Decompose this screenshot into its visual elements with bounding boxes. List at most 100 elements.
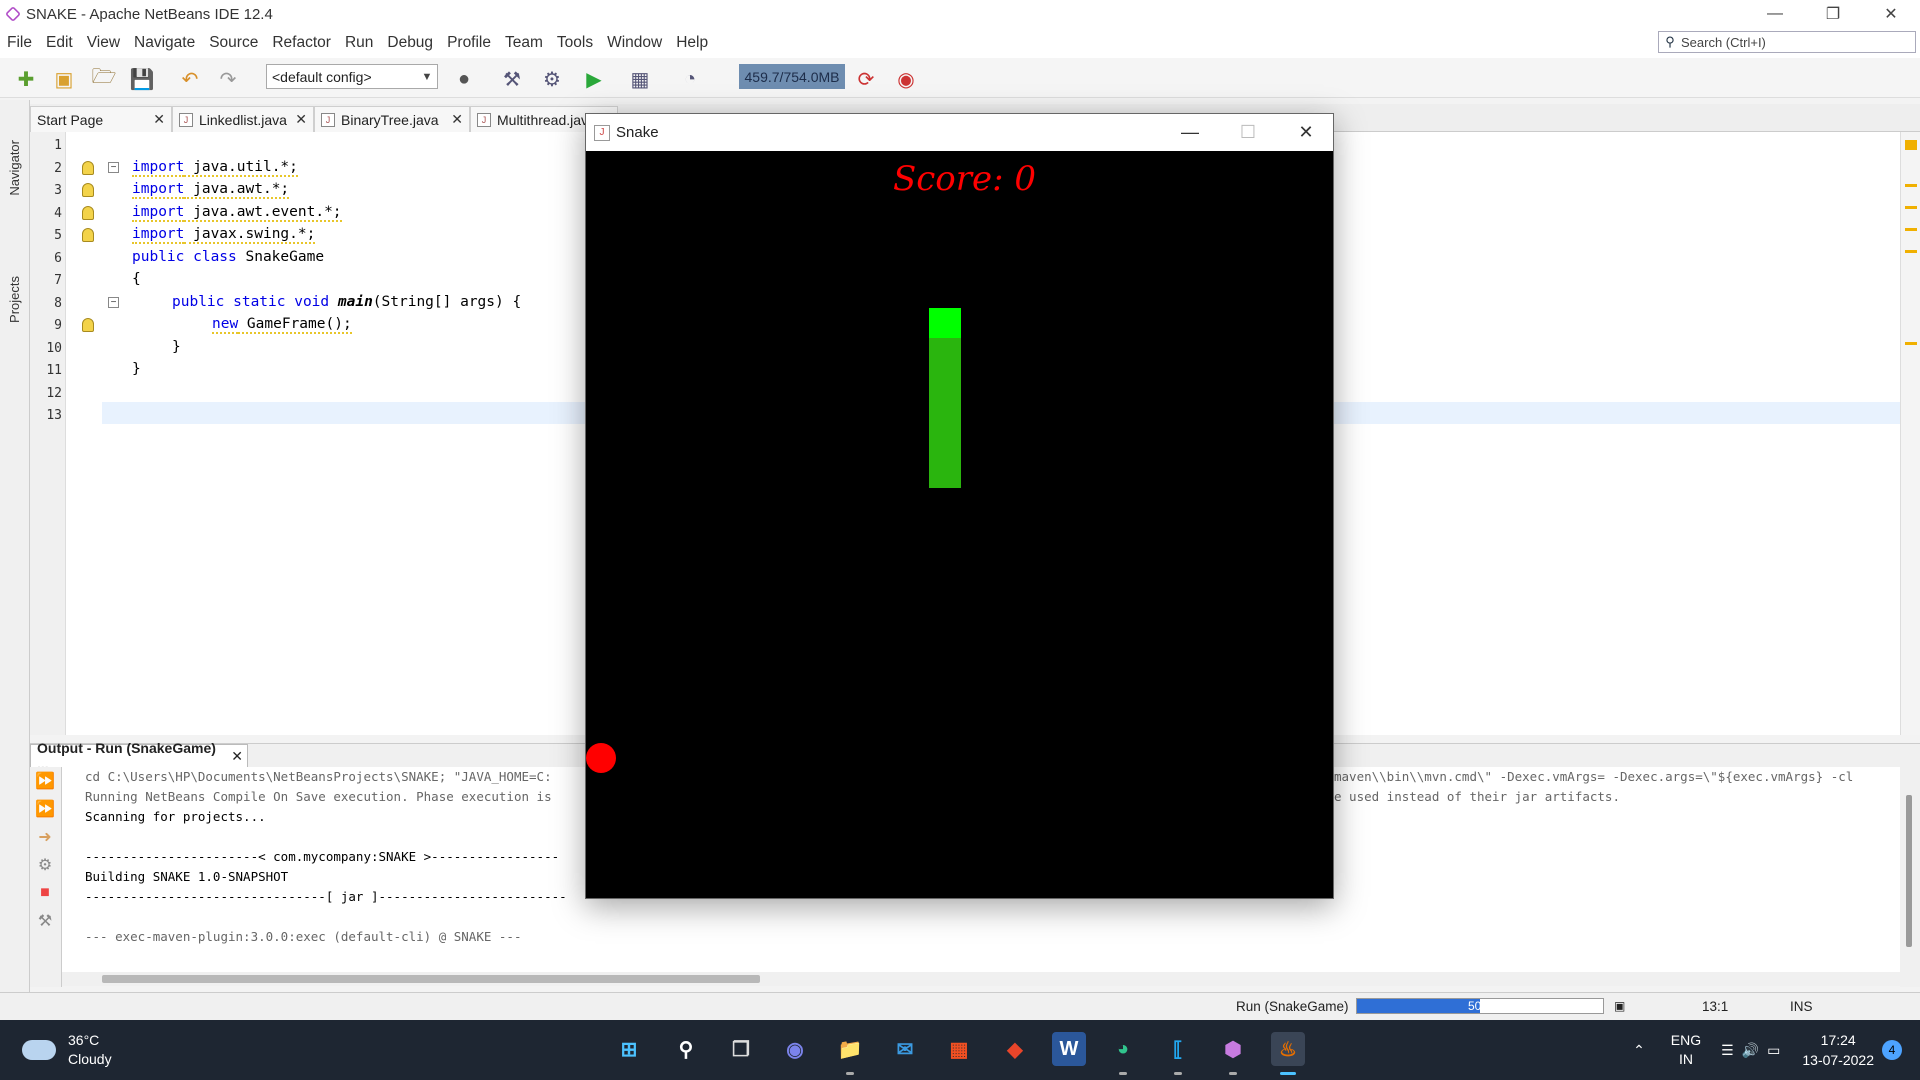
output-line: maven\\bin\\mvn.cmd\" -Dexec.vmArgs= -De… bbox=[1334, 769, 1854, 784]
anydesk-icon[interactable]: ◆ bbox=[998, 1032, 1032, 1066]
debug-icon[interactable]: ▦ bbox=[626, 65, 654, 93]
warning-mark[interactable] bbox=[1905, 250, 1917, 253]
tab-start-page[interactable]: Start Page ✕ bbox=[30, 106, 172, 132]
open-project-icon[interactable]: 🗁 bbox=[90, 65, 118, 93]
edge-icon[interactable]: ◕ bbox=[1106, 1032, 1140, 1075]
run-icon[interactable]: ▶ bbox=[580, 65, 608, 93]
settings-icon[interactable]: ⚙ bbox=[35, 855, 55, 875]
close-icon[interactable]: ✕ bbox=[231, 748, 243, 765]
close-icon[interactable]: ✕ bbox=[295, 111, 307, 128]
close-icon[interactable]: ✕ bbox=[153, 111, 165, 128]
redo-icon[interactable]: ↷ bbox=[214, 65, 242, 93]
snake-close-button[interactable]: ✕ bbox=[1277, 114, 1335, 151]
hint-bulb-icon[interactable] bbox=[82, 206, 94, 220]
menu-run[interactable]: Run bbox=[338, 34, 380, 52]
minimize-button[interactable]: — bbox=[1746, 0, 1804, 28]
stop-icon[interactable]: ■ bbox=[35, 883, 55, 903]
clock-time: 17:24 bbox=[1820, 1032, 1856, 1048]
menu-navigate[interactable]: Navigate bbox=[127, 34, 202, 52]
tab-binarytree[interactable]: J BinaryTree.java ✕ bbox=[314, 106, 470, 132]
volume-icon[interactable]: 🔊 bbox=[1742, 1042, 1759, 1059]
fold-toggle-icon[interactable]: − bbox=[108, 162, 119, 173]
output-vertical-scrollbar[interactable] bbox=[1900, 767, 1920, 987]
menu-window[interactable]: Window bbox=[600, 34, 669, 52]
chevron-up-icon[interactable]: ⌃ bbox=[1633, 1042, 1645, 1059]
word-icon[interactable]: W bbox=[1052, 1032, 1086, 1066]
scrollbar-thumb[interactable] bbox=[1906, 795, 1912, 947]
menu-tools[interactable]: Tools bbox=[550, 34, 600, 52]
new-file-icon[interactable]: ✚ bbox=[12, 65, 40, 93]
java-icon[interactable]: ♨ bbox=[1271, 1032, 1305, 1075]
cancel-task-icon[interactable]: ▣ bbox=[1614, 999, 1625, 1013]
gc-icon[interactable]: ⟳ bbox=[852, 65, 880, 93]
stop-profiler-icon[interactable]: ◉ bbox=[892, 65, 920, 93]
search-icon[interactable]: ⚲ bbox=[669, 1032, 703, 1066]
search-box[interactable]: ⚲ Search (Ctrl+I) bbox=[1658, 31, 1916, 53]
notification-badge[interactable]: 4 bbox=[1882, 1040, 1902, 1060]
output-line: Scanning for projects... bbox=[85, 809, 266, 824]
vscode-icon[interactable]: ⟦ bbox=[1161, 1032, 1195, 1075]
warning-mark[interactable] bbox=[1905, 140, 1917, 150]
output-tab[interactable]: Output - Run (SnakeGame) ... ✕ bbox=[30, 740, 248, 772]
rerun-icon[interactable]: ⏩ bbox=[35, 771, 55, 791]
scrollbar-thumb[interactable] bbox=[102, 975, 760, 983]
task-view-icon[interactable]: ❐ bbox=[724, 1032, 758, 1066]
menu-refactor[interactable]: Refactor bbox=[265, 34, 338, 52]
clock[interactable]: 17:24 13-07-2022 bbox=[1802, 1030, 1874, 1070]
language-indicator[interactable]: ENG IN bbox=[1671, 1031, 1701, 1069]
file-explorer-icon[interactable]: 📁 bbox=[833, 1032, 867, 1075]
hint-bulb-icon[interactable] bbox=[82, 318, 94, 332]
weather-widget[interactable]: 36°C Cloudy bbox=[22, 1031, 112, 1069]
hint-bulb-icon[interactable] bbox=[82, 161, 94, 175]
undo-icon[interactable]: ↶ bbox=[176, 65, 204, 93]
clean-build-icon[interactable]: ⚙ bbox=[538, 65, 566, 93]
new-project-icon[interactable]: ▣ bbox=[50, 65, 78, 93]
clear-icon[interactable]: ⚒ bbox=[35, 911, 55, 931]
insert-mode: INS bbox=[1790, 999, 1813, 1014]
cloud-icon bbox=[22, 1040, 56, 1060]
browser-icon[interactable]: ● bbox=[450, 65, 478, 93]
code-line: { bbox=[132, 271, 141, 287]
output-horizontal-scrollbar[interactable] bbox=[62, 972, 1900, 986]
warning-mark[interactable] bbox=[1905, 228, 1917, 231]
menu-profile[interactable]: Profile bbox=[440, 34, 498, 52]
navigator-tab[interactable]: Navigator bbox=[7, 140, 22, 196]
restore-button[interactable]: ❐ bbox=[1804, 0, 1862, 28]
save-all-icon[interactable]: 💾 bbox=[128, 65, 156, 93]
start-icon[interactable]: ⊞ bbox=[612, 1032, 646, 1066]
hint-bulb-icon[interactable] bbox=[82, 228, 94, 242]
code-line: import java.util.*; bbox=[132, 159, 298, 177]
menu-help[interactable]: Help bbox=[669, 34, 715, 52]
close-button[interactable]: ✕ bbox=[1862, 0, 1920, 28]
store-icon[interactable]: ▦ bbox=[942, 1032, 976, 1066]
hint-bulb-icon[interactable] bbox=[82, 183, 94, 197]
menu-team[interactable]: Team bbox=[498, 34, 550, 52]
close-icon[interactable]: ✕ bbox=[451, 111, 463, 128]
tab-label: BinaryTree.java bbox=[341, 111, 439, 128]
menu-view[interactable]: View bbox=[80, 34, 127, 52]
build-icon[interactable]: ⚒ bbox=[498, 65, 526, 93]
menu-debug[interactable]: Debug bbox=[380, 34, 440, 52]
next-icon[interactable]: ➜ bbox=[35, 827, 55, 847]
menu-file[interactable]: File bbox=[0, 34, 39, 52]
chat-icon[interactable]: ◉ bbox=[778, 1032, 812, 1066]
rerun-with-params-icon[interactable]: ⏩ bbox=[35, 799, 55, 819]
tab-linkedlist[interactable]: J Linkedlist.java ✕ bbox=[172, 106, 314, 132]
battery-icon[interactable]: ▭ bbox=[1767, 1042, 1780, 1059]
menu-edit[interactable]: Edit bbox=[39, 34, 80, 52]
warning-mark[interactable] bbox=[1905, 206, 1917, 209]
wifi-icon[interactable]: ☰ bbox=[1721, 1042, 1734, 1059]
mail-icon[interactable]: ✉ bbox=[888, 1032, 922, 1066]
snake-minimize-button[interactable]: — bbox=[1161, 114, 1219, 151]
config-select[interactable]: <default config> ▼ bbox=[266, 64, 438, 89]
fold-toggle-icon[interactable]: − bbox=[108, 297, 119, 308]
netbeans-icon[interactable]: ⬢ bbox=[1216, 1032, 1250, 1075]
menu-source[interactable]: Source bbox=[202, 34, 265, 52]
projects-tab[interactable]: Projects bbox=[7, 276, 22, 323]
memory-indicator[interactable]: 459.7/754.0MB bbox=[739, 64, 845, 89]
warning-mark[interactable] bbox=[1905, 342, 1917, 345]
warning-mark[interactable] bbox=[1905, 184, 1917, 187]
game-board[interactable]: Score: 0 bbox=[586, 151, 1333, 898]
caret-position: 13:1 bbox=[1702, 999, 1729, 1014]
profile-icon[interactable]: ◔ bbox=[676, 65, 704, 93]
